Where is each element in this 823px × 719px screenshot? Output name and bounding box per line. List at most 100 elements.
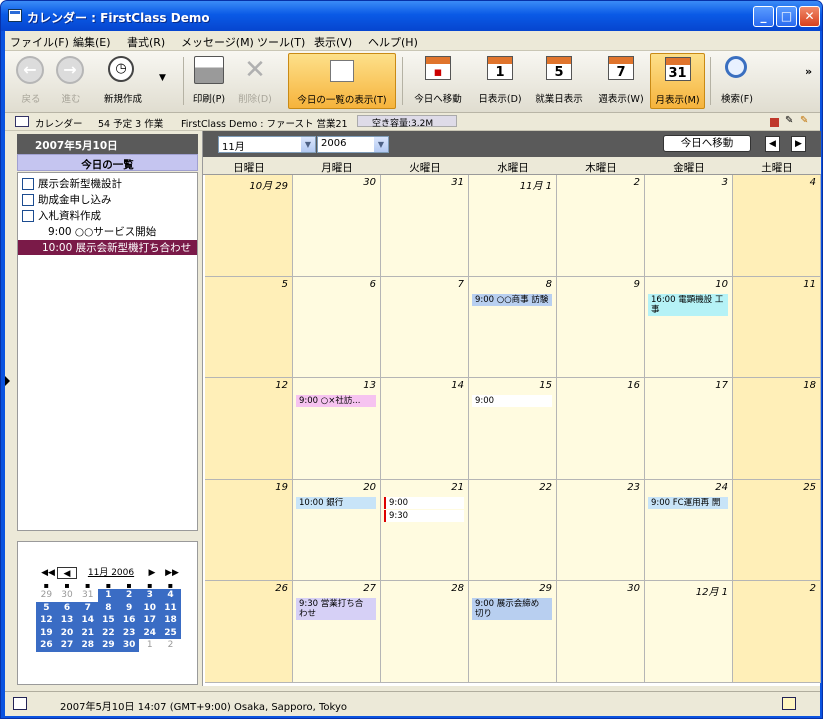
pencil-icon[interactable]: ✎ (785, 115, 793, 126)
mini-calendar-day[interactable]: 17 (139, 614, 161, 627)
next-month-calendar-button[interactable]: ▶ (791, 136, 806, 152)
mini-calendar-day[interactable]: 2 (118, 589, 140, 602)
day-cell[interactable]: 24 9:00 FC運用再 開 (645, 479, 733, 582)
mini-calendar-day[interactable]: 29 (98, 639, 119, 652)
day-cell[interactable]: 11月 1 (469, 175, 557, 277)
task-checkbox[interactable] (22, 194, 34, 206)
mini-calendar-day[interactable]: 31 (77, 589, 99, 602)
mini-calendar-day[interactable]: 3 (139, 589, 161, 602)
forward-button[interactable]: → 進む (51, 53, 91, 109)
day-cell[interactable]: 29 9:00 展示会締め 切り (469, 581, 557, 683)
day-cell[interactable]: 22 (469, 479, 557, 582)
day-cell[interactable]: 2 (557, 175, 645, 277)
day-cell[interactable]: 8 9:00 ○○商事 訪験 (469, 276, 557, 379)
mini-calendar-day[interactable]: 5 (36, 601, 57, 614)
day-cell[interactable]: 30 (557, 581, 645, 683)
mini-calendar-day[interactable]: 11 (160, 601, 181, 614)
day-cell[interactable]: 4 (733, 175, 821, 277)
calendar-event[interactable]: 9:00 (384, 496, 464, 509)
week-view-button[interactable]: 7 週表示(W) (593, 53, 649, 109)
day-view-button[interactable]: 1 日表示(D) (472, 53, 528, 109)
task-item[interactable]: 助成金申し込み (22, 192, 112, 207)
calendar-event[interactable]: 10:00 銀行 (296, 496, 376, 509)
title-bar[interactable]: カレンダー : FirstClass Demo _ □ ✕ (1, 1, 822, 31)
mini-calendar-day[interactable]: 24 (139, 626, 161, 639)
mini-calendar-day[interactable]: 8 (98, 601, 119, 614)
day-cell[interactable]: 30 (293, 175, 381, 277)
print-button[interactable]: 印刷(P) (189, 53, 229, 109)
close-button[interactable]: ✕ (799, 6, 820, 27)
panel-toggle-icon[interactable] (13, 697, 27, 710)
day-cell[interactable]: 28 (381, 581, 469, 683)
search-button[interactable]: 検索(F) (715, 53, 759, 109)
day-cell[interactable]: 5 (205, 276, 293, 379)
colors-icon[interactable] (770, 118, 779, 127)
mini-calendar-day[interactable]: 23 (118, 626, 140, 639)
day-cell[interactable]: 14 (381, 378, 469, 480)
maximize-button[interactable]: □ (776, 6, 797, 27)
day-cell[interactable]: 27 9:30 営業打ち合 わせ (293, 581, 381, 683)
prev-month-calendar-button[interactable]: ◀ (765, 136, 780, 152)
mini-calendar-day[interactable]: 13 (56, 614, 78, 627)
mini-calendar-day[interactable]: 18 (160, 614, 181, 627)
day-cell[interactable]: 9 (557, 276, 645, 379)
calendar-event[interactable]: 9:00 展示会締め 切り (472, 598, 552, 621)
month-view-button[interactable]: 31 月表示(M) (650, 53, 705, 109)
calendar-event[interactable]: 9:00 (472, 395, 552, 408)
mini-calendar-day[interactable]: 14 (77, 614, 99, 627)
calendar-event[interactable]: 9:00 ○○商事 訪験 (472, 293, 552, 306)
mini-calendar-day[interactable]: 16 (118, 614, 140, 627)
calendar-event[interactable]: 9:30 営業打ち合 わせ (296, 598, 376, 621)
month-select[interactable]: 11月 ▼ (218, 136, 316, 153)
appointment-item-selected[interactable]: 10:00 展示会新型機打ち合わせ (18, 240, 197, 255)
calendar-status-icon[interactable] (782, 697, 796, 710)
day-cell[interactable]: 19 (205, 479, 293, 582)
day-cell[interactable]: 26 (205, 581, 293, 683)
day-cell[interactable]: 18 (733, 378, 821, 480)
day-cell[interactable]: 25 (733, 479, 821, 582)
next-year-button[interactable]: ▶▶ (163, 567, 181, 579)
mini-calendar-day[interactable]: 4 (160, 589, 181, 602)
day-cell[interactable]: 6 (293, 276, 381, 379)
day-cell[interactable]: 7 (381, 276, 469, 379)
mini-calendar-day[interactable]: 21 (77, 626, 99, 639)
day-cell[interactable]: 17 (645, 378, 733, 480)
day-cell[interactable]: 21 9:00 9:30 (381, 479, 469, 582)
menu-view[interactable]: 表示(V) (314, 34, 352, 50)
delete-button[interactable]: ✕ 削除(D) (233, 53, 277, 109)
mini-calendar-day[interactable]: 10 (139, 601, 161, 614)
workweek-view-button[interactable]: 5 就業日表示 (529, 53, 589, 109)
prev-year-button[interactable]: ◀◀ (41, 567, 55, 579)
menu-tools[interactable]: ツール(T) (257, 34, 305, 50)
minimize-button[interactable]: _ (753, 6, 774, 27)
menu-format[interactable]: 書式(R) (127, 34, 165, 50)
task-item[interactable]: 展示会新型機設計 (22, 176, 122, 191)
day-cell[interactable]: 20 10:00 銀行 (293, 479, 381, 582)
mini-calendar-day[interactable]: 19 (36, 626, 57, 639)
back-button[interactable]: ← 戻る (11, 53, 51, 109)
day-cell[interactable]: 11 (733, 276, 821, 379)
mini-calendar-day[interactable]: 28 (77, 639, 99, 652)
goto-today-calendar-button[interactable]: 今日へ移動 (663, 135, 751, 152)
mini-calendar-day[interactable]: 22 (98, 626, 119, 639)
day-cell[interactable]: 12 (205, 378, 293, 480)
appointment-item[interactable]: 9:00 ○○サービス開始 (48, 224, 156, 239)
mini-calendar-day[interactable]: 15 (98, 614, 119, 627)
year-select[interactable]: 2006 ▼ (317, 136, 389, 153)
task-checkbox[interactable] (22, 210, 34, 222)
calendar-event[interactable]: 9:00 ○×社訪... (296, 395, 376, 408)
day-cell[interactable]: 12月 1 (645, 581, 733, 683)
day-cell[interactable]: 10 16:00 電顕機設 工事 (645, 276, 733, 379)
mini-calendar-day[interactable]: 6 (56, 601, 78, 614)
day-cell[interactable]: 3 (645, 175, 733, 277)
brush-icon[interactable]: ✎ (800, 115, 808, 126)
toolbar-overflow-button[interactable]: » (805, 65, 812, 78)
task-item[interactable]: 入札資料作成 (22, 208, 101, 223)
mini-calendar-day[interactable]: 1 (98, 589, 119, 602)
goto-today-button[interactable]: ▪ 今日へ移動 (408, 53, 468, 109)
menu-help[interactable]: ヘルプ(H) (368, 34, 418, 50)
mini-calendar-day[interactable]: 2 (160, 639, 181, 652)
mini-calendar-day[interactable]: 29 (36, 589, 57, 602)
day-cell[interactable]: 2 (733, 581, 821, 683)
day-cell[interactable]: 10月 29 (205, 175, 293, 277)
